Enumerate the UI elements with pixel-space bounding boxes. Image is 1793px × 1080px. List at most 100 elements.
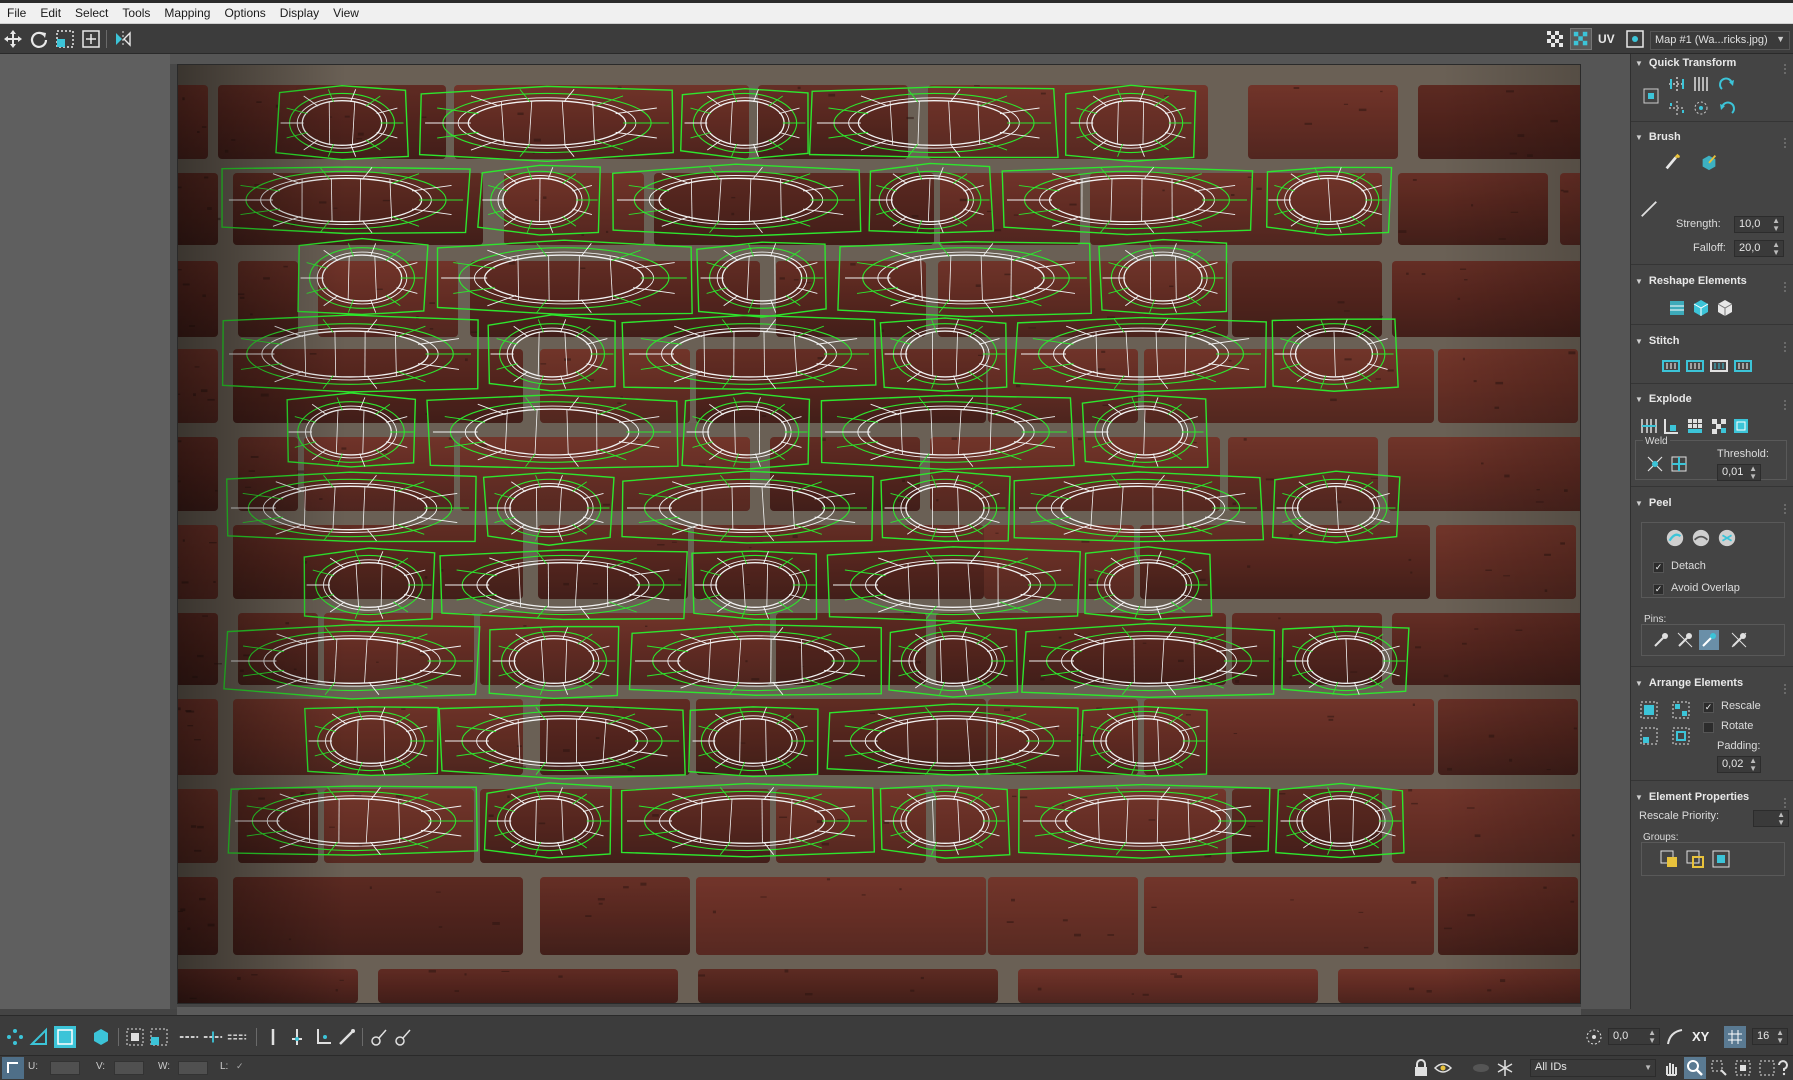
detach-edge-icon[interactable] [1661,416,1681,436]
arrange-elements-header[interactable]: ▼ Arrange Elements [1635,674,1790,692]
stitch-source-icon[interactable] [1685,356,1705,376]
pin-select-icon[interactable] [286,1026,308,1048]
mirror-icon[interactable] [112,28,134,50]
select-grow-icon[interactable] [124,1026,146,1048]
eye-icon[interactable] [1432,1057,1454,1079]
stitch-target-icon[interactable] [1733,356,1753,376]
paint-brush-select-icon[interactable] [368,1026,390,1048]
freeform-icon[interactable] [80,28,102,50]
rescale-elements-icon[interactable] [1671,726,1691,746]
soft-select-icon[interactable] [312,1026,334,1048]
group-ungroup-icon[interactable] [1685,849,1705,869]
pack-custom-icon[interactable] [1639,726,1659,746]
flatten-by-grid-icon[interactable] [1685,416,1705,436]
pin-clear-icon[interactable] [1729,630,1749,650]
freeze-icon[interactable] [1494,1057,1516,1079]
break-icon[interactable] [1639,416,1659,436]
pack-normalize-icon[interactable] [1639,700,1659,720]
relax-cube-icon[interactable] [1691,298,1711,318]
threshold-spinner[interactable]: 0,01 ▲ ▼ [1717,464,1761,481]
material-ids-dropdown[interactable]: All IDs ▼ [1530,1059,1656,1077]
vertical-line-icon[interactable] [262,1026,284,1048]
curve-icon[interactable] [1664,1026,1686,1048]
rotate-cw-icon[interactable] [1717,74,1737,94]
w-field[interactable] [178,1061,208,1075]
v-field[interactable] [114,1061,144,1075]
brush-line-icon[interactable] [1639,199,1659,219]
paint-brush-deselect-icon[interactable] [392,1026,414,1048]
grid-snap-icon[interactable] [1724,1026,1746,1048]
face-mode-icon[interactable] [54,1026,76,1048]
rotate-checkbox[interactable] [1703,722,1714,733]
group-add-icon[interactable] [1711,849,1731,869]
rescale-checkbox[interactable]: ✓ [1703,702,1714,713]
avoid-overlap-checkbox[interactable]: ✓ [1653,584,1664,595]
rotate-icon[interactable] [28,28,50,50]
edge-ring-icon[interactable] [202,1026,224,1048]
brush-header[interactable]: ▼ Brush [1635,128,1790,146]
menu-display[interactable]: Display [273,0,326,24]
pin-add-icon[interactable] [1651,630,1671,650]
edge-loop-icon[interactable] [178,1026,200,1048]
absolute-mode-icon[interactable] [2,1057,24,1079]
reshape-elements-header[interactable]: ▼ Reshape Elements [1635,272,1790,290]
zoom-icon[interactable] [1684,1057,1706,1079]
menu-edit[interactable]: Edit [33,0,68,24]
quick-transform-header[interactable]: ▼ Quick Transform [1635,54,1790,72]
checker-explode-icon[interactable] [1709,416,1729,436]
group-select-icon[interactable] [1659,849,1679,869]
menu-mapping[interactable]: Mapping [157,0,217,24]
zoom-extents-icon[interactable] [1732,1057,1754,1079]
align-center-icon[interactable] [1641,86,1661,106]
explode-header[interactable]: ▼ Explode [1635,390,1790,408]
texture-settings-icon[interactable] [1624,28,1646,50]
relax-brush-icon[interactable] [1699,152,1719,172]
select-shrink-icon[interactable] [148,1026,170,1048]
edge-ring-loop-icon[interactable] [226,1026,248,1048]
peel-pelt-icon[interactable] [1717,528,1737,548]
menu-file[interactable]: File [0,0,33,24]
edge-mode-icon[interactable] [28,1026,50,1048]
uv-viewport[interactable] [177,64,1581,1004]
explode-select-icon[interactable] [1731,416,1751,436]
rotation-snap-icon[interactable] [1583,1026,1605,1048]
stitch-header[interactable]: ▼ Stitch [1635,332,1790,350]
menu-tools[interactable]: Tools [115,0,157,24]
weld-selected-icon[interactable] [1669,454,1689,474]
help-icon[interactable] [1772,1057,1793,1079]
l-check-icon[interactable]: ✓ [236,1061,244,1072]
cube-icon[interactable] [1715,298,1735,318]
align-horizontal-icon[interactable] [1667,74,1687,94]
pin-auto-icon[interactable] [1699,630,1719,650]
align-vertical-lines-icon[interactable] [1691,74,1711,94]
element-mode-icon[interactable] [90,1026,112,1048]
straighten-icon[interactable] [1667,298,1687,318]
paint-select-icon[interactable] [336,1026,358,1048]
strength-spinner[interactable]: 10,0 ▲ ▼ [1734,216,1784,233]
detach-checkbox[interactable]: ✓ [1653,562,1664,573]
uv-canvas[interactable] [178,65,1581,1004]
stitch-custom-icon[interactable] [1661,356,1681,376]
weld-target-icon[interactable] [1645,454,1665,474]
menu-view[interactable]: View [326,0,366,24]
texture-map-dropdown[interactable]: Map #1 (Wa...ricks.jpg) ▼ [1650,31,1790,50]
grid-spinner[interactable]: 16 ▲ ▼ [1752,1028,1788,1045]
stitch-average-icon[interactable] [1709,356,1729,376]
rotate-ccw-icon[interactable] [1717,98,1737,118]
quick-peel-icon[interactable] [1665,528,1685,548]
vertex-mode-icon[interactable] [4,1026,26,1048]
peel-header[interactable]: ▼ Peel [1635,494,1790,512]
falloff-spinner[interactable]: 20,0 ▲ ▼ [1734,240,1784,257]
pan-hand-icon[interactable] [1660,1057,1682,1079]
uv-label[interactable]: UV [1598,32,1615,46]
xy-label[interactable]: XY [1692,1029,1709,1044]
horizontal-scrollbar[interactable] [177,1007,1581,1015]
paint-brush-icon[interactable] [1663,152,1683,172]
checker-pattern-icon[interactable] [1570,28,1592,50]
scale-icon[interactable] [54,28,76,50]
hide-icon[interactable] [1470,1057,1492,1079]
u-field[interactable] [50,1061,80,1075]
pin-remove-icon[interactable] [1675,630,1695,650]
menu-options[interactable]: Options [217,0,272,24]
element-properties-header[interactable]: ▼ Element Properties [1635,788,1790,806]
